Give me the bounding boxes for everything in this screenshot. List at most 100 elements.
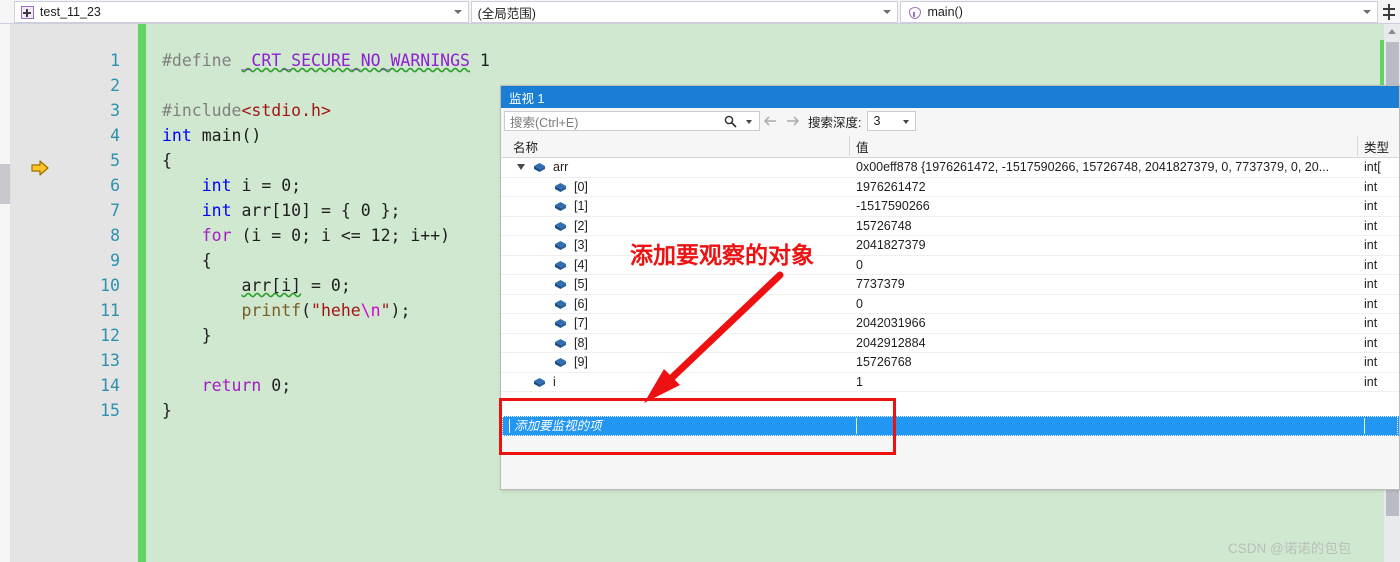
chevron-down-icon[interactable] (1363, 10, 1371, 14)
line-number: 4 (10, 123, 120, 148)
watch-row-value[interactable]: 0x00eff878 {1976261472, -1517590266, 157… (856, 158, 1329, 177)
watch-row-value[interactable]: 0 (856, 295, 863, 314)
project-selector-label: test_11_23 (40, 5, 101, 19)
column-divider (1364, 418, 1365, 434)
arrow-right-icon (782, 111, 804, 131)
watch-row-type: int (1364, 236, 1377, 255)
scrollbar-thumb-lower[interactable] (1386, 490, 1399, 516)
scrollbar-thumb[interactable] (1386, 42, 1399, 88)
watch-row-value[interactable]: 1 (856, 373, 863, 392)
search-input[interactable]: 搜索(Ctrl+E) (504, 111, 760, 131)
function-main: main() (202, 126, 262, 145)
keyword-int: int (162, 126, 192, 145)
watch-window-titlebar[interactable]: 监视 1 (501, 86, 1399, 108)
brace-close: } (202, 326, 212, 345)
watch-row-type: int (1364, 295, 1377, 314)
left-rail-thumb[interactable] (0, 164, 10, 204)
watch-row-value[interactable]: 2042031966 (856, 314, 926, 333)
scope-selector-combo[interactable]: (全局范围) (471, 1, 899, 23)
watch-row-type: int (1364, 217, 1377, 236)
table-row[interactable]: [2] 15726748 int (501, 217, 1399, 237)
chevron-down-icon[interactable] (903, 120, 909, 124)
column-header-value[interactable]: 值 (856, 137, 869, 156)
watch-row-type: int[ (1364, 158, 1381, 177)
macro-name: _CRT_SECURE_NO_WARNINGS (241, 51, 469, 70)
table-row[interactable]: [0] 1976261472 int (501, 178, 1399, 198)
keyword-for: for (202, 226, 232, 245)
watch-row-type: int (1364, 275, 1377, 294)
preprocessor-define: #define (162, 51, 232, 70)
watch-row-value[interactable]: -1517590266 (856, 197, 930, 216)
add-watch-row[interactable]: 添加要监视的项 (501, 416, 1399, 436)
variable-icon (554, 221, 567, 232)
variable-icon (554, 357, 567, 368)
watch-toolbar: 搜索(Ctrl+E) 搜索深度: (501, 108, 1399, 134)
watch-window-title: 监视 1 (509, 88, 544, 107)
preprocessor-include: #include (162, 101, 241, 120)
line-number: 10 (10, 273, 120, 298)
line-number: 9 (10, 248, 120, 273)
column-header-name[interactable]: 名称 (513, 137, 538, 156)
decl-i: i = 0; (242, 176, 302, 195)
project-selector-combo[interactable]: test_11_23 (14, 1, 469, 23)
include-header: <stdio.h> (241, 101, 330, 120)
expander-icon[interactable] (517, 164, 525, 170)
variable-icon (554, 338, 567, 349)
return-value: 0; (261, 376, 291, 395)
chevron-down-icon[interactable] (883, 10, 891, 14)
watch-empty-area[interactable] (501, 436, 1399, 489)
watch-row-name: [8] (574, 334, 588, 353)
paren-close: ); (391, 301, 411, 320)
chevron-down-icon[interactable] (454, 10, 462, 14)
watermark: CSDN @诺诺的包包 (1228, 537, 1351, 557)
for-condition: (i = 0; i <= 12; i++) (242, 226, 451, 245)
brace-close: } (162, 401, 172, 420)
table-row[interactable]: arr 0x00eff878 {1976261472, -1517590266,… (501, 158, 1399, 178)
column-divider[interactable] (1357, 136, 1358, 156)
line-number: 8 (10, 223, 120, 248)
line-number: 5 (10, 148, 120, 173)
split-editor-icon[interactable] (1378, 0, 1400, 23)
scroll-up-icon[interactable] (1388, 29, 1396, 34)
variable-icon (554, 318, 567, 329)
column-divider (856, 418, 857, 434)
variable-icon (554, 279, 567, 290)
search-options-chevron-icon[interactable] (746, 120, 752, 124)
watch-row-name: [5] (574, 275, 588, 294)
watch-row-value[interactable]: 15726768 (856, 353, 912, 372)
watch-row-value[interactable]: 1976261472 (856, 178, 926, 197)
member-selector-combo[interactable]: main() (900, 1, 1378, 23)
column-header-type[interactable]: 类型 (1364, 137, 1389, 156)
watch-column-headers: 名称 值 类型 (501, 134, 1399, 158)
watch-row-name: [2] (574, 217, 588, 236)
decl-arr: arr[10] = { 0 }; (242, 201, 401, 220)
watch-row-type: int (1364, 178, 1377, 197)
scrollbar-change-marker (1380, 40, 1384, 90)
search-icon[interactable] (724, 115, 737, 128)
table-row[interactable]: [1] -1517590266 int (501, 197, 1399, 217)
string-literal-end: " (381, 301, 391, 320)
variable-icon (554, 201, 567, 212)
search-previous-button[interactable] (760, 111, 782, 131)
column-divider[interactable] (849, 136, 850, 156)
watch-row-name: [7] (574, 314, 588, 333)
keyword-int: int (202, 176, 232, 195)
watch-row-type: int (1364, 314, 1377, 333)
search-next-button[interactable] (782, 111, 804, 131)
watch-row-value[interactable]: 2041827379 (856, 236, 926, 255)
project-icon (20, 5, 34, 19)
line-number: 1 (10, 48, 120, 73)
watch-row-value[interactable]: 0 (856, 256, 863, 275)
brace-open: { (202, 251, 212, 270)
search-placeholder: 搜索(Ctrl+E) (510, 112, 578, 131)
watch-row-value[interactable]: 2042912884 (856, 334, 926, 353)
watch-row-value[interactable]: 7737379 (856, 275, 905, 294)
arrow-left-icon (760, 111, 782, 131)
search-depth-select[interactable]: 3 (867, 111, 916, 131)
watch-row-value[interactable]: 15726748 (856, 217, 912, 236)
watch-row-name: [6] (574, 295, 588, 314)
line-number: 2 (10, 73, 120, 98)
navigation-bar: test_11_23 (全局范围) main() (0, 0, 1400, 24)
watch-row-type: int (1364, 256, 1377, 275)
line-number: 11 (10, 298, 120, 323)
